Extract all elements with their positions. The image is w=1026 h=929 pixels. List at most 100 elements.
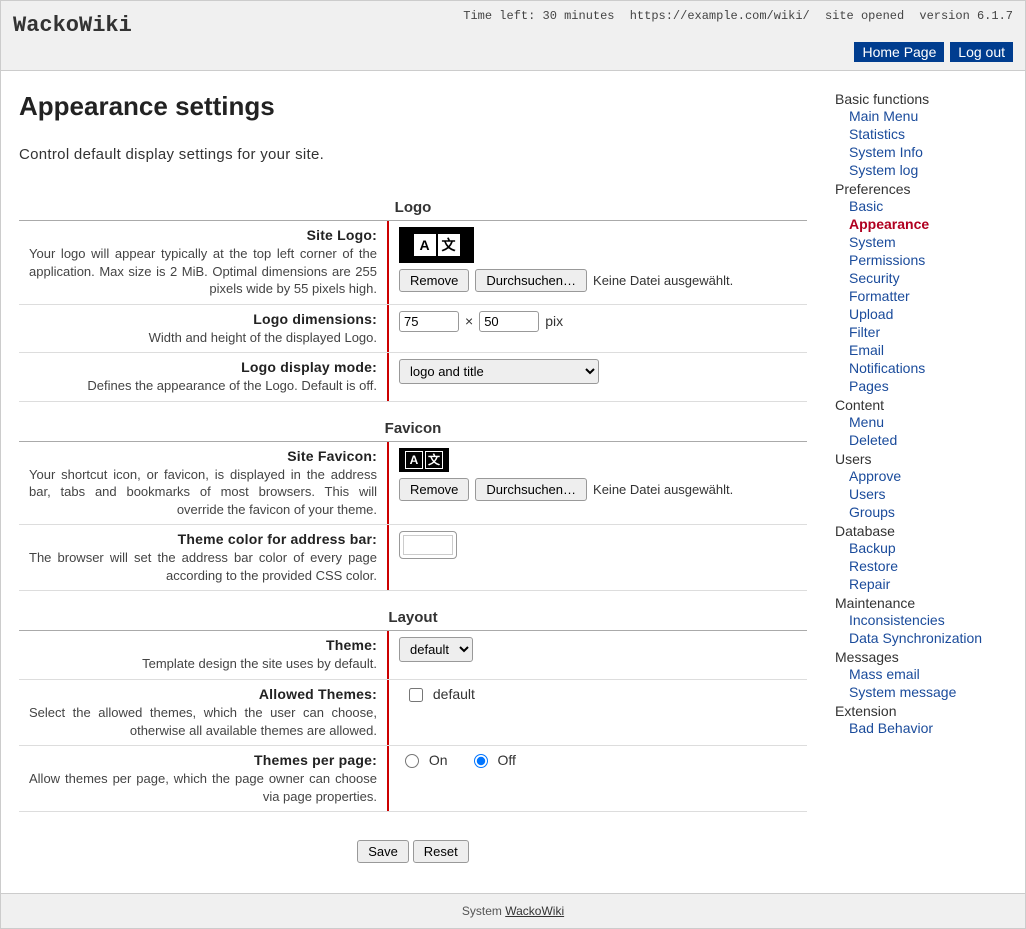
desc-logo-dimensions: Width and height of the displayed Logo. — [29, 329, 377, 347]
footer-prefix: System — [462, 904, 505, 918]
sidebar-item[interactable]: Data Synchronization — [849, 629, 1015, 647]
sidebar-item[interactable]: Notifications — [849, 359, 1015, 377]
logo-file-status: Keine Datei ausgewählt. — [593, 273, 733, 288]
logo-preview: A 文 — [399, 227, 474, 263]
desc-logo-display-mode: Defines the appearance of the Logo. Defa… — [29, 377, 377, 395]
desc-allowed-themes: Select the allowed themes, which the use… — [29, 704, 377, 739]
remove-favicon-button[interactable]: Remove — [399, 478, 469, 501]
save-button[interactable]: Save — [357, 840, 409, 863]
label-logo-dimensions: Logo dimensions: — [29, 311, 377, 327]
row-themes-per-page: Themes per page: Allow themes per page, … — [19, 746, 807, 812]
allowed-theme-checkbox[interactable] — [409, 688, 423, 702]
row-theme: Theme: Template design the site uses by … — [19, 631, 807, 680]
themes-per-page-off[interactable]: Off — [474, 752, 516, 768]
sidebar-item[interactable]: Deleted — [849, 431, 1015, 449]
logo-icon-a: A — [414, 234, 436, 256]
section-heading-logo: Logo — [19, 193, 807, 221]
themes-per-page-on[interactable]: On — [405, 752, 448, 768]
browse-logo-button[interactable]: Durchsuchen… — [475, 269, 587, 292]
label-site-logo: Site Logo: — [29, 227, 377, 243]
row-theme-color: Theme color for address bar: The browser… — [19, 525, 807, 591]
sidebar-item[interactable]: Inconsistencies — [849, 611, 1015, 629]
version: version 6.1.7 — [919, 9, 1013, 23]
themes-per-page-on-radio[interactable] — [405, 754, 419, 768]
sidebar-category: Basic functions — [835, 91, 1015, 107]
desc-theme-color: The browser will set the address bar col… — [29, 549, 377, 584]
label-logo-display-mode: Logo display mode: — [29, 359, 377, 375]
sidebar-item[interactable]: Upload — [849, 305, 1015, 323]
favicon-icon-a: A — [405, 451, 423, 469]
sidebar-item[interactable]: Formatter — [849, 287, 1015, 305]
sidebar-item[interactable]: Approve — [849, 467, 1015, 485]
label-site-favicon: Site Favicon: — [29, 448, 377, 464]
sidebar-category: Maintenance — [835, 595, 1015, 611]
logo-icon-translate: 文 — [438, 234, 460, 256]
logo-width-input[interactable] — [399, 311, 459, 332]
theme-select[interactable]: default — [399, 637, 473, 662]
sidebar-item[interactable]: System Info — [849, 143, 1015, 161]
desc-theme: Template design the site uses by default… — [29, 655, 377, 673]
main-content: Appearance settings Control default disp… — [1, 71, 825, 893]
desc-themes-per-page: Allow themes per page, which the page ow… — [29, 770, 377, 805]
favicon-preview: A 文 — [399, 448, 449, 472]
sidebar-item[interactable]: Mass email — [849, 665, 1015, 683]
sidebar-item[interactable]: Bad Behavior — [849, 719, 1015, 737]
sidebar-item[interactable]: Menu — [849, 413, 1015, 431]
label-themes-per-page: Themes per page: — [29, 752, 377, 768]
sidebar-category: Extension — [835, 703, 1015, 719]
section-heading-layout: Layout — [19, 603, 807, 631]
logout-link[interactable]: Log out — [950, 42, 1013, 62]
sidebar-item[interactable]: System log — [849, 161, 1015, 179]
sidebar-item[interactable]: Users — [849, 485, 1015, 503]
time-left: Time left: 30 minutes — [463, 9, 614, 23]
home-page-link[interactable]: Home Page — [854, 42, 944, 62]
sidebar-item[interactable]: System message — [849, 683, 1015, 701]
sidebar-item[interactable]: Restore — [849, 557, 1015, 575]
allowed-theme-option[interactable]: default — [409, 686, 475, 702]
sidebar-item[interactable]: Pages — [849, 377, 1015, 395]
footer: System WackoWiki — [1, 893, 1025, 928]
row-allowed-themes: Allowed Themes: Select the allowed theme… — [19, 680, 807, 746]
row-logo-display-mode: Logo display mode: Defines the appearanc… — [19, 353, 807, 402]
site-url: https://example.com/wiki/ — [630, 9, 810, 23]
desc-site-logo: Your logo will appear typically at the t… — [29, 245, 377, 298]
sidebar-category: Users — [835, 451, 1015, 467]
row-site-logo: Site Logo: Your logo will appear typical… — [19, 221, 807, 305]
sidebar-item[interactable]: Repair — [849, 575, 1015, 593]
section-heading-favicon: Favicon — [19, 414, 807, 442]
sidebar-item[interactable]: Security — [849, 269, 1015, 287]
row-logo-dimensions: Logo dimensions: Width and height of the… — [19, 305, 807, 354]
sidebar-item[interactable]: Backup — [849, 539, 1015, 557]
sidebar-item[interactable]: System — [849, 233, 1015, 251]
favicon-icon-translate: 文 — [425, 451, 443, 469]
page-title: Appearance settings — [19, 91, 807, 122]
sidebar-category: Messages — [835, 649, 1015, 665]
logo-dim-times: × — [465, 313, 473, 329]
label-allowed-themes: Allowed Themes: — [29, 686, 377, 702]
browse-favicon-button[interactable]: Durchsuchen… — [475, 478, 587, 501]
reset-button[interactable]: Reset — [413, 840, 469, 863]
sidebar-category: Preferences — [835, 181, 1015, 197]
header: Time left: 30 minutes https://example.co… — [1, 1, 1025, 71]
sidebar-item[interactable]: Permissions — [849, 251, 1015, 269]
site-status: site opened — [825, 9, 904, 23]
sidebar-item[interactable]: Email — [849, 341, 1015, 359]
logo-dim-unit: pix — [545, 313, 563, 329]
label-theme-color: Theme color for address bar: — [29, 531, 377, 547]
sidebar-category: Database — [835, 523, 1015, 539]
sidebar-item[interactable]: Filter — [849, 323, 1015, 341]
page-intro: Control default display settings for you… — [19, 146, 807, 163]
sidebar-item[interactable]: Basic — [849, 197, 1015, 215]
themes-per-page-off-radio[interactable] — [474, 754, 488, 768]
footer-link[interactable]: WackoWiki — [505, 904, 564, 918]
sidebar-item[interactable]: Groups — [849, 503, 1015, 521]
sidebar-item[interactable]: Appearance — [849, 215, 1015, 233]
remove-logo-button[interactable]: Remove — [399, 269, 469, 292]
label-theme: Theme: — [29, 637, 377, 653]
sidebar-item[interactable]: Main Menu — [849, 107, 1015, 125]
theme-color-picker[interactable] — [399, 531, 457, 559]
logo-height-input[interactable] — [479, 311, 539, 332]
sidebar-item[interactable]: Statistics — [849, 125, 1015, 143]
row-site-favicon: Site Favicon: Your shortcut icon, or fav… — [19, 442, 807, 526]
logo-display-mode-select[interactable]: logo and title — [399, 359, 599, 384]
